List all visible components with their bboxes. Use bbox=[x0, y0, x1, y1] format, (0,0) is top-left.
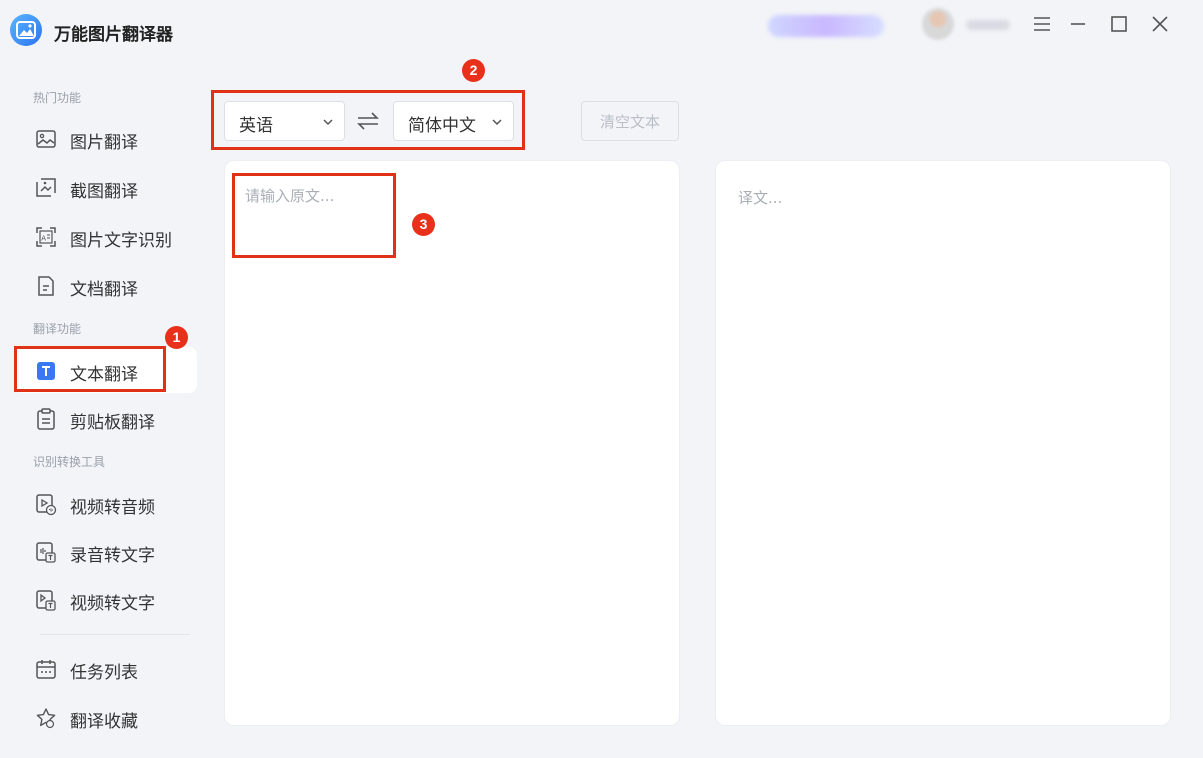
callout-badge-2: 2 bbox=[462, 59, 485, 82]
sidebar-item-label: 剪贴板翻译 bbox=[70, 413, 155, 433]
sidebar-item-image-translate[interactable]: 图片翻译 bbox=[14, 115, 197, 161]
vip-button[interactable] bbox=[768, 15, 884, 37]
sidebar-item-label: 视频转文字 bbox=[70, 594, 155, 614]
star-icon bbox=[36, 708, 56, 729]
sidebar-item-ocr[interactable]: A 图片文字识别 bbox=[14, 213, 197, 259]
section-label-translate: 翻译功能 bbox=[33, 322, 82, 336]
sidebar-item-label: 截图翻译 bbox=[70, 182, 138, 202]
section-label-tools: 识别转换工具 bbox=[33, 455, 106, 469]
screenshot-icon bbox=[36, 178, 56, 197]
sidebar-item-label: 图片文字识别 bbox=[70, 231, 172, 251]
sidebar-item-label: 任务列表 bbox=[70, 663, 138, 683]
sidebar-item-audio-to-text[interactable]: 录音转文字 bbox=[14, 528, 197, 574]
sidebar-item-video-to-text[interactable]: 视频转文字 bbox=[14, 576, 197, 622]
sidebar-item-label: 翻译收藏 bbox=[70, 712, 138, 732]
menu-icon[interactable] bbox=[1030, 12, 1054, 36]
picture-icon bbox=[16, 21, 36, 39]
audio-text-icon bbox=[36, 542, 56, 563]
minimize-icon[interactable] bbox=[1066, 12, 1090, 36]
sidebar-item-video-to-audio[interactable]: 视频转音频 bbox=[14, 480, 197, 526]
clipboard-icon bbox=[37, 408, 55, 430]
image-icon bbox=[36, 130, 56, 148]
app-title: 万能图片翻译器 bbox=[54, 25, 173, 45]
callout-box-3 bbox=[232, 173, 396, 258]
translation-panel: 译文... bbox=[715, 160, 1171, 726]
maximize-icon[interactable] bbox=[1107, 12, 1131, 36]
avatar[interactable] bbox=[922, 8, 954, 40]
document-icon bbox=[38, 276, 54, 296]
sidebar-item-label: 文档翻译 bbox=[70, 280, 138, 300]
sidebar-item-label: 视频转音频 bbox=[70, 498, 155, 518]
sidebar-item-label: 图片翻译 bbox=[70, 133, 138, 153]
ocr-icon: A bbox=[36, 227, 56, 247]
source-text-input[interactable] bbox=[245, 185, 655, 705]
calendar-icon bbox=[36, 660, 56, 679]
callout-badge-1: 1 bbox=[165, 326, 188, 349]
username[interactable] bbox=[966, 20, 1010, 30]
sidebar-item-document-translate[interactable]: 文档翻译 bbox=[14, 262, 197, 308]
callout-box-1 bbox=[14, 346, 166, 392]
translation-output[interactable]: 译文... bbox=[738, 187, 782, 208]
sidebar-item-screenshot-translate[interactable]: 截图翻译 bbox=[14, 164, 197, 210]
sidebar-item-favorites[interactable]: 翻译收藏 bbox=[14, 694, 197, 740]
section-label-hot: 热门功能 bbox=[33, 91, 82, 105]
video-text-icon bbox=[36, 590, 56, 611]
callout-badge-3: 3 bbox=[412, 213, 435, 236]
close-icon[interactable] bbox=[1148, 12, 1172, 36]
sidebar-item-task-list[interactable]: 任务列表 bbox=[14, 645, 197, 691]
sidebar-item-label: 录音转文字 bbox=[70, 546, 155, 566]
sidebar: 热门功能 图片翻译 截图翻译 A 图片文字识别 文档翻译 翻译功能 文本翻译 剪… bbox=[0, 60, 205, 758]
sidebar-divider bbox=[40, 634, 190, 635]
clear-text-button[interactable]: 清空文本 bbox=[581, 101, 679, 141]
app-logo bbox=[10, 14, 42, 46]
sidebar-item-clipboard-translate[interactable]: 剪贴板翻译 bbox=[14, 395, 197, 441]
title-bar: 万能图片翻译器 bbox=[0, 0, 1203, 60]
callout-box-2 bbox=[211, 90, 525, 150]
video-audio-icon bbox=[36, 494, 57, 516]
svg-text:A: A bbox=[41, 235, 46, 243]
